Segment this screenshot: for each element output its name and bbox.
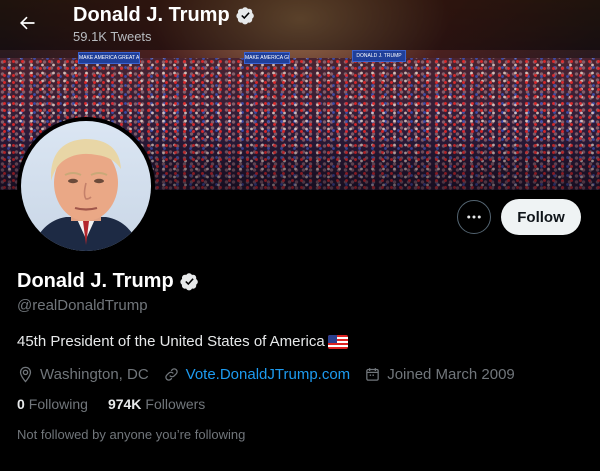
followers-count: 974K: [107, 396, 142, 412]
avatar[interactable]: [17, 117, 155, 255]
bio-text: 45th President of the United States of A…: [17, 333, 325, 350]
banner-sign: MAKE AMERICA GREAT AGAIN!: [78, 52, 140, 64]
link-icon: [164, 367, 178, 381]
more-horizontal-icon: [467, 215, 481, 219]
website-link[interactable]: Vote.DonaldJTrump.com: [186, 366, 351, 383]
profile-name-row: Donald J. Trump: [17, 270, 199, 293]
profile-name: Donald J. Trump: [17, 270, 174, 292]
more-options-button[interactable]: [457, 200, 491, 234]
location-pin-icon: [19, 366, 32, 383]
profile-meta: Washington, DC Vote.DonaldJTrump.com Joi…: [17, 363, 529, 385]
arrow-left-icon: [20, 16, 35, 30]
header-title: Donald J. Trump: [73, 4, 255, 27]
us-flag-icon: [327, 334, 348, 349]
website-item: Vote.DonaldJTrump.com: [163, 366, 351, 383]
location-item: Washington, DC: [17, 366, 149, 383]
back-button[interactable]: [10, 6, 44, 40]
profile-handle: @realDonaldTrump: [17, 297, 148, 314]
banner-sign: MAKE AMERICA GREAT AGAIN!: [244, 52, 290, 64]
banner-sign: DONALD J. TRUMP: [352, 50, 406, 62]
follow-stats: 0 Following 974K Followers: [17, 396, 205, 412]
profile-bio: 45th President of the United States of A…: [17, 333, 348, 350]
calendar-icon: [366, 367, 379, 381]
follow-button[interactable]: Follow: [501, 199, 581, 235]
avatar-image: [21, 121, 151, 251]
verified-badge-icon: [236, 6, 255, 25]
header-name: Donald J. Trump: [73, 4, 230, 26]
location-text: Washington, DC: [40, 365, 149, 383]
following-label: Following: [28, 396, 88, 412]
following-count: 0: [17, 396, 25, 412]
joined-text: Joined March 2009: [387, 365, 515, 383]
verified-badge-icon[interactable]: [180, 272, 199, 291]
followers-link[interactable]: 974K Followers: [108, 396, 205, 412]
tweet-count: 59.1K Tweets: [73, 29, 152, 44]
followers-label: Followers: [145, 396, 206, 412]
following-link[interactable]: 0 Following: [17, 396, 88, 412]
mutual-followers-note: Not followed by anyone you’re following: [17, 427, 246, 442]
joined-item: Joined March 2009: [364, 366, 515, 383]
